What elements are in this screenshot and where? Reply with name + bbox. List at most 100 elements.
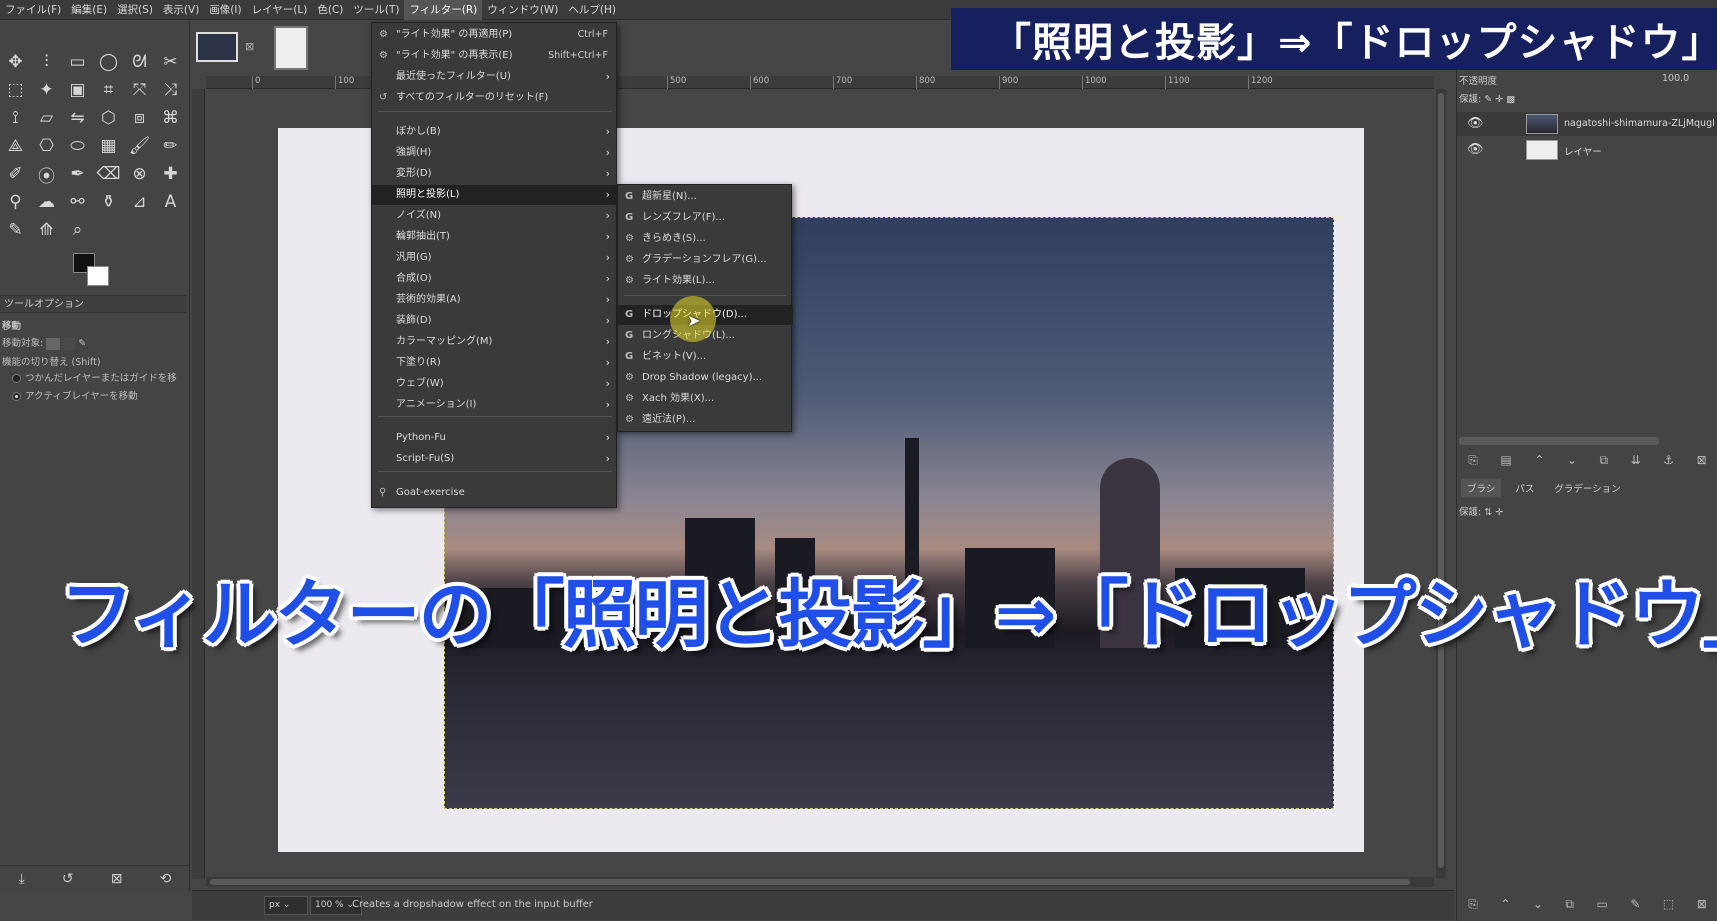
cage-icon[interactable]: ⬡ (93, 104, 124, 132)
3d-transform-icon[interactable]: ⧈ (124, 104, 155, 132)
color-picker-icon[interactable]: ✎ (0, 216, 31, 244)
visibility-eye-icon[interactable]: 👁 (1467, 142, 1484, 157)
duplicate-icon[interactable]: ⧉ (1565, 897, 1574, 912)
filters-menu-item[interactable]: 強調(H) › (372, 143, 618, 163)
menu-filters[interactable]: フィルター(R) (404, 0, 483, 20)
handle-transform-icon[interactable]: ⟟ (0, 104, 31, 132)
edit-icon[interactable]: ▭ (1596, 897, 1607, 912)
lasso-icon[interactable]: ᘛ (124, 48, 155, 76)
filters-menu-item[interactable]: ↺ すべてのフィルターのリセット(F) (372, 88, 618, 108)
paths-icon[interactable]: ⟰ (31, 216, 62, 244)
move-icon[interactable]: ✥ (0, 48, 31, 76)
tab-brushes[interactable]: ブラシ (1461, 479, 1502, 497)
light-submenu-item[interactable]: G ビネット(V)... (618, 347, 793, 367)
anchor-icon[interactable]: ⚓ (1663, 453, 1674, 468)
menu-windows[interactable]: ウィンドウ(W) (482, 0, 563, 20)
lock-position-icon[interactable]: ⇅ (1484, 507, 1492, 518)
menu-tools[interactable]: ツール(T) (348, 0, 404, 20)
foreground-select-icon[interactable]: ⬚ (0, 76, 31, 104)
path-icon[interactable]: ⎔ (31, 132, 62, 160)
lock-position-icon[interactable]: ✛ (1495, 94, 1503, 105)
filters-menu-item[interactable]: ぼかし(B) › (372, 122, 618, 142)
radio-pick-layer[interactable]: つかんだレイヤーまたはガイドを移 (0, 370, 177, 384)
menu-edit[interactable]: 編集(E) (66, 0, 112, 20)
menu-layer[interactable]: レイヤー(L) (247, 0, 313, 20)
warp-icon[interactable]: ⤨ (155, 76, 186, 104)
bucket-fill-icon[interactable]: ⟁ (0, 132, 31, 160)
delete-preset-icon[interactable]: ⊠ (111, 871, 123, 887)
filters-menu-item[interactable]: 照明と投影(L) › (372, 185, 618, 205)
gradient-icon[interactable]: ▦ (93, 132, 124, 160)
merge-icon[interactable]: ⇊ (1631, 453, 1641, 468)
gegl-icon[interactable]: ⌘ (155, 104, 186, 132)
light-submenu-item[interactable]: ⚙ グラデーションフレア(G)... (618, 250, 793, 270)
delete-layer-icon[interactable]: ⊠ (1697, 453, 1707, 468)
select-icon[interactable]: ⬚ (1663, 897, 1674, 912)
layer-row[interactable]: 👁 nagatoshi-shimamura-ZLjMqugKoDA (1457, 112, 1717, 136)
filters-menu-item[interactable]: カラーマッピング(M) › (372, 332, 618, 352)
menu-help[interactable]: ヘルプ(H) (563, 0, 621, 20)
smudge-icon[interactable]: ⦿ (31, 160, 62, 188)
image-tab-blank[interactable] (274, 26, 308, 70)
menu-colors[interactable]: 色(C) (312, 0, 348, 20)
color-select-icon[interactable]: ▣ (62, 76, 93, 104)
zoom-icon[interactable]: ⌕ (62, 216, 93, 244)
heal-icon[interactable]: ✚ (155, 160, 186, 188)
filters-menu-item[interactable]: 芸術的効果(A) › (372, 290, 618, 310)
duplicate-icon[interactable]: ⧉ (1600, 453, 1609, 468)
perspective-icon[interactable]: ▱ (31, 104, 62, 132)
new-group-icon[interactable]: ▤ (1500, 453, 1511, 468)
unit-select[interactable]: px ⌄ (264, 896, 308, 915)
dodge-icon[interactable]: ⚲ (0, 188, 31, 216)
ink-icon[interactable]: ⚯ (62, 188, 93, 216)
filters-menu-item[interactable]: Script-Fu(S) › (372, 449, 618, 469)
align-icon[interactable]: ⫶ (31, 48, 62, 76)
menu-image[interactable]: 画像(I) (204, 0, 246, 20)
filters-menu-item[interactable]: ⚲ Goat-exercise (372, 483, 618, 503)
layer-name[interactable]: nagatoshi-shimamura-ZLjMqugKoDA (1564, 118, 1714, 129)
filters-menu-item[interactable]: Python-Fu › (372, 428, 618, 448)
visibility-eye-icon[interactable]: 👁 (1467, 116, 1484, 131)
menu-file[interactable]: ファイル(F) (0, 0, 66, 20)
clone-icon[interactable]: ⊗ (124, 160, 155, 188)
tab-paths[interactable]: パス (1509, 479, 1540, 497)
stroke-icon[interactable]: ✎ (1630, 897, 1640, 912)
image-tab-photo[interactable] (196, 32, 238, 62)
filters-menu-item[interactable]: 最近使ったフィルター(U) › (372, 67, 618, 87)
rect-select-icon[interactable]: ▭ (62, 48, 93, 76)
blur-icon[interactable]: ☁ (31, 188, 62, 216)
selection-mode-icon[interactable] (63, 337, 76, 350)
pencil-icon[interactable]: ✏ (155, 132, 186, 160)
crop-icon[interactable]: ⌗ (93, 76, 124, 104)
eraser-icon[interactable]: ⌫ (93, 160, 124, 188)
tab-gradients[interactable]: グラデーション (1548, 479, 1626, 497)
new-layer-icon[interactable]: ⎘ (1468, 453, 1478, 468)
filters-menu-item[interactable]: ⚙ "ライト効果" の再適用(P) Ctrl+F (372, 25, 618, 45)
filters-menu-item[interactable]: 装飾(D) › (372, 311, 618, 331)
paintbrush-icon[interactable]: 🖌 (124, 132, 155, 160)
filters-menu-item[interactable]: ウェブ(W) › (372, 374, 618, 394)
light-submenu-item[interactable]: ⚙ ライト効果(L)... (618, 271, 793, 291)
delete-icon[interactable]: ⊠ (1697, 897, 1707, 912)
dodge-burn-icon[interactable]: ⚱ (93, 188, 124, 216)
filters-menu-item[interactable]: 変形(D) › (372, 164, 618, 184)
save-preset-icon[interactable]: ⤓ (19, 871, 25, 887)
light-submenu-item[interactable]: ⚙ 遠近法(P)... (618, 410, 793, 430)
layer-name[interactable]: レイヤー (1564, 144, 1714, 158)
radio-active-layer[interactable]: アクティブレイヤーを移動 (0, 388, 138, 402)
filters-menu-item[interactable]: アニメーション(I) › (372, 395, 618, 415)
filters-menu-item[interactable]: 下塗り(R) › (372, 353, 618, 373)
menu-view[interactable]: 表示(V) (158, 0, 204, 20)
light-submenu-item[interactable]: G レンズフレア(F)... (618, 208, 793, 228)
mypaint-icon[interactable]: ✒ (62, 160, 93, 188)
flip-icon[interactable]: ⇋ (62, 104, 93, 132)
layers-scrollbar[interactable] (1459, 437, 1659, 445)
airbrush-icon[interactable]: ✐ (0, 160, 31, 188)
radio-button[interactable] (12, 392, 21, 401)
horizontal-scrollbar[interactable] (206, 877, 1434, 887)
tool-options-tab[interactable]: ツールオプション (0, 295, 186, 313)
layer-row[interactable]: 👁 レイヤー (1457, 138, 1717, 162)
filters-menu-item[interactable]: ノイズ(N) › (372, 206, 618, 226)
color-swatches[interactable] (73, 253, 113, 291)
ellipse-select-icon[interactable]: ◯ (93, 48, 124, 76)
